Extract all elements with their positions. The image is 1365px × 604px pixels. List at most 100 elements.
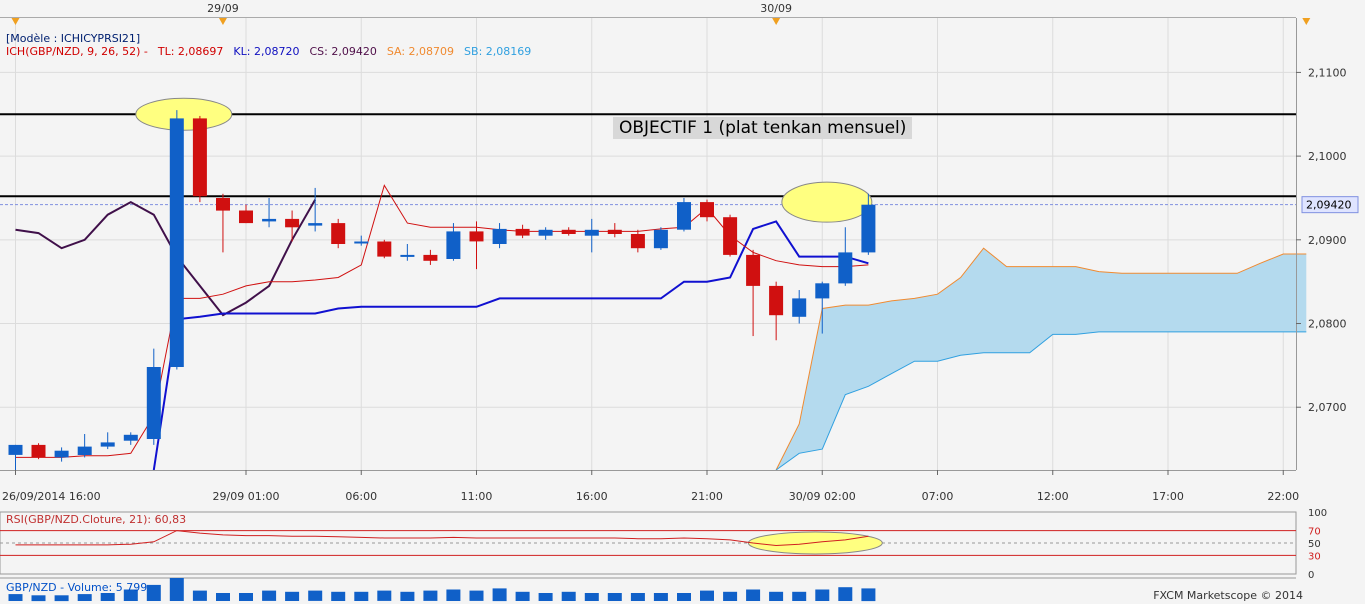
volume-bar: [400, 591, 415, 601]
candle-body: [423, 254, 438, 261]
time-tick-label: 30/09 02:00: [789, 490, 856, 503]
time-tick-label: 26/09/2014 16:00: [2, 490, 101, 503]
candle-body: [838, 252, 853, 284]
candle-body: [515, 228, 530, 236]
rsi-tick-label: 0: [1308, 570, 1314, 581]
volume-bar: [792, 591, 807, 601]
volume-bar: [677, 593, 691, 601]
volume-bar: [746, 589, 761, 601]
volume-bar: [653, 593, 668, 601]
volume-label: GBP/NZD - Volume: 5 799: [6, 581, 148, 594]
candle-body: [630, 234, 645, 249]
time-tick-label: 12:00: [1037, 490, 1069, 503]
ichimoku-title: ICH(GBP/NZD, 9, 26, 52) -: [6, 45, 148, 58]
volume-bar: [423, 590, 438, 601]
candle-body: [308, 223, 323, 226]
time-tick-label: 22:00: [1267, 490, 1299, 503]
volume-bar: [861, 588, 876, 602]
candle-body: [746, 254, 761, 286]
tenkan-legend: TL: 2,08697: [157, 45, 224, 58]
rsi-tick-label: 50: [1308, 539, 1321, 550]
ichimoku-legend: ICH(GBP/NZD, 9, 26, 52) - TL: 2,08697 KL: …: [6, 45, 541, 58]
time-tick-label: 11:00: [461, 490, 493, 503]
volume-bar: [538, 593, 553, 601]
rsi-panel: 100 705030 0: [0, 508, 1327, 581]
current-highlight: [781, 181, 873, 223]
candle-body: [354, 241, 369, 244]
chart-canvas[interactable]: 2,1100 2,1000 2,0900 2,0800 2,0700 2,09420 26/…: [0, 0, 1365, 604]
candle-body: [192, 118, 207, 197]
volume-bar: [77, 594, 92, 601]
candle-body: [653, 229, 668, 249]
volume-bar: [100, 593, 115, 601]
candle-body: [169, 118, 184, 368]
price-tick-label: 2,0700: [1308, 401, 1347, 414]
volume-bar: [700, 590, 714, 601]
candle-body: [677, 202, 691, 230]
volume-bar: [216, 593, 230, 601]
price-grid: [0, 18, 1296, 470]
senkou-a-legend: SA: 2,08709: [386, 45, 455, 58]
rsi-tick-label: 70: [1308, 527, 1321, 538]
model-label: [Modèle : ICHICYPRSI21]: [6, 32, 141, 45]
volume-bar: [515, 591, 530, 601]
volume-bar: [239, 593, 253, 601]
volume-bar: [8, 594, 23, 601]
volume-bar: [492, 588, 507, 602]
candle-body: [54, 450, 69, 458]
rsi-tick-label: 30: [1308, 551, 1321, 562]
time-tick-label: 21:00: [691, 490, 723, 503]
current-price-label: 2,09420: [1306, 199, 1352, 212]
candle-body: [77, 446, 92, 455]
volume-bar: [630, 593, 645, 601]
candle-body: [561, 229, 576, 234]
volume-bar: [446, 589, 461, 601]
candle-body: [792, 298, 807, 317]
date-marker-label: 30/09: [760, 2, 792, 15]
time-tick-label: 29/09 01:00: [213, 490, 280, 503]
volume-bar: [31, 595, 46, 602]
time-tick-label: 17:00: [1152, 490, 1184, 503]
volume-bar: [262, 590, 277, 601]
candle-body: [700, 202, 714, 218]
candle-body: [216, 198, 230, 211]
chikou-legend: CS: 2,09420: [309, 45, 377, 58]
volume-bar: [146, 584, 161, 601]
volume-bar: [377, 590, 392, 601]
kijun-legend: KL: 2,08720: [233, 45, 300, 58]
candle-body: [607, 229, 622, 234]
volume-bar: [285, 591, 300, 601]
volume-bar: [769, 591, 784, 601]
candle-body: [584, 229, 599, 236]
candle-body: [31, 444, 46, 458]
candle-body: [262, 218, 277, 222]
volume-bar: [815, 589, 830, 601]
volume-bar: [331, 591, 346, 601]
candle-body: [400, 254, 415, 257]
candle-body: [377, 241, 392, 257]
volume-bar: [561, 591, 576, 601]
date-marker-label: 29/09: [207, 2, 239, 15]
candle-body: [123, 434, 138, 441]
candle-body: [492, 228, 507, 244]
objective-annotation: OBJECTIF 1 (plat tenkan mensuel): [613, 117, 913, 139]
price-tick-label: 2,1100: [1308, 66, 1347, 79]
price-tick-label: 2,0900: [1308, 234, 1347, 247]
rsi-tick-label: 100: [1308, 508, 1327, 519]
candle-body: [239, 210, 253, 224]
candle-body: [285, 218, 300, 228]
volume-bar: [54, 595, 69, 602]
time-tick-label: 06:00: [345, 490, 377, 503]
candle-body: [469, 231, 484, 242]
candle-body: [723, 217, 738, 255]
volume-bar: [192, 590, 207, 601]
price-plot-area: [0, 18, 1296, 470]
candle-body: [146, 367, 161, 439]
candle-body: [8, 444, 23, 455]
volume-bar: [469, 590, 484, 601]
candle-body: [100, 442, 115, 447]
candle-body: [331, 223, 346, 244]
volume-bar: [838, 587, 853, 601]
senkou-b-legend: SB: 2,08169: [464, 45, 532, 58]
volume-bar: [723, 591, 738, 601]
